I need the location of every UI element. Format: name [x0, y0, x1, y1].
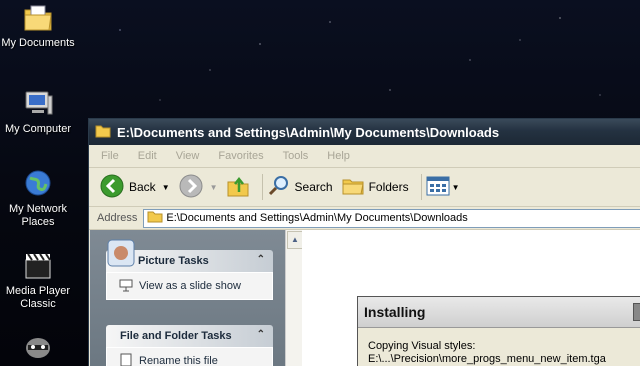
desktop-icon-media-player-classic[interactable]: Media Player Classic: [0, 250, 78, 311]
back-dropdown-icon[interactable]: ▼: [162, 183, 170, 192]
search-label: Search: [294, 180, 333, 194]
folder-documents-icon: [22, 2, 54, 34]
folders-button[interactable]: Folders: [341, 174, 409, 201]
file-folder-tasks-title: File and Folder Tasks: [120, 330, 232, 342]
close-icon[interactable]: [633, 303, 640, 321]
address-value: E:\Documents and Settings\Admin\My Docum…: [166, 212, 468, 224]
slideshow-icon: [119, 278, 133, 295]
installing-dialog: Installing Copying Visual styles: E:\...…: [357, 296, 640, 366]
toolbar-separator: [261, 174, 263, 200]
forward-arrow-icon: [178, 173, 204, 202]
views-dropdown-icon[interactable]: ▼: [452, 183, 460, 192]
forward-dropdown-icon[interactable]: ▼: [210, 183, 218, 192]
dialog-file-path: E:\...\Precision\more_progs_menu_new_ite…: [368, 353, 606, 365]
menu-favorites[interactable]: Favorites: [218, 150, 263, 162]
file-folder-tasks-panel: File and Folder Tasks ⌃ Rename this file: [106, 325, 273, 366]
computer-icon: [22, 88, 54, 120]
task-label: View as a slide show: [139, 280, 241, 292]
desktop-icon-my-computer[interactable]: My Computer: [0, 88, 78, 136]
rename-icon: [119, 353, 133, 366]
toolbar-separator: [420, 174, 422, 200]
globe-icon: [22, 168, 54, 200]
picture-tasks-icon: [106, 238, 136, 271]
up-folder-icon: [226, 174, 250, 201]
menu-edit[interactable]: Edit: [138, 150, 157, 162]
folder-icon: [95, 124, 111, 141]
picture-tasks-title: Picture Tasks: [138, 255, 209, 267]
dialog-status-line: Copying Visual styles:: [368, 340, 476, 352]
task-rename-file[interactable]: Rename this file: [106, 347, 273, 366]
picture-tasks-header[interactable]: Picture Tasks ⌃: [106, 239, 273, 272]
menu-help[interactable]: Help: [327, 150, 350, 162]
collapse-chevron-icon[interactable]: ⌃: [257, 254, 265, 265]
desktop-icon-label: My Computer: [4, 123, 72, 135]
back-label: Back: [129, 180, 156, 194]
desktop-icon-label: My Network Places: [8, 203, 68, 228]
views-button[interactable]: ▼: [426, 175, 460, 200]
desktop-icon-shortcut[interactable]: [0, 330, 78, 365]
collapse-chevron-icon[interactable]: ⌃: [257, 329, 265, 340]
desktop-icon-label: Media Player Classic: [5, 285, 71, 310]
task-label: Rename this file: [139, 355, 218, 366]
address-label: Address: [97, 212, 138, 224]
desktop: My Documents My Computer My Network Plac…: [0, 0, 640, 366]
address-field[interactable]: E:\Documents and Settings\Admin\My Docum…: [143, 208, 640, 228]
back-button[interactable]: Back ▼: [99, 173, 170, 202]
views-icon: [426, 175, 450, 200]
desktop-icon-my-documents[interactable]: My Documents: [0, 2, 78, 50]
folder-icon: [147, 210, 163, 226]
vertical-scrollbar[interactable]: ▲: [285, 230, 303, 366]
back-arrow-icon: [99, 173, 125, 202]
forward-button[interactable]: ▼: [178, 173, 218, 202]
dialog-title: Installing: [358, 297, 640, 328]
window-title: E:\Documents and Settings\Admin\My Docum…: [117, 124, 500, 140]
address-bar: Address E:\Documents and Settings\Admin\…: [89, 207, 640, 230]
folders-label: Folders: [368, 180, 409, 194]
window-titlebar[interactable]: E:\Documents and Settings\Admin\My Docum…: [89, 119, 640, 145]
menu-bar: File Edit View Favorites Tools Help: [89, 145, 640, 168]
search-button[interactable]: Search: [267, 174, 333, 201]
desktop-icon-label: My Documents: [1, 37, 75, 49]
search-icon: [267, 174, 291, 201]
scroll-up-arrow-icon[interactable]: ▲: [287, 231, 303, 249]
raccoon-icon: [22, 330, 54, 362]
desktop-icon-my-network-places[interactable]: My Network Places: [0, 168, 78, 229]
clapperboard-icon: [22, 250, 54, 282]
folders-icon: [341, 174, 365, 201]
menu-tools[interactable]: Tools: [283, 150, 309, 162]
menu-view[interactable]: View: [176, 150, 200, 162]
toolbar: Back ▼ ▼ Search Folders ▼: [89, 168, 640, 207]
task-pane: Picture Tasks ⌃ View as a slide show Fil…: [90, 230, 285, 366]
menu-file[interactable]: File: [101, 150, 119, 162]
task-view-slideshow[interactable]: View as a slide show: [106, 272, 273, 300]
picture-tasks-panel: Picture Tasks ⌃ View as a slide show: [106, 239, 273, 300]
file-folder-tasks-header[interactable]: File and Folder Tasks ⌃: [106, 325, 273, 347]
up-folder-button[interactable]: [226, 174, 250, 201]
